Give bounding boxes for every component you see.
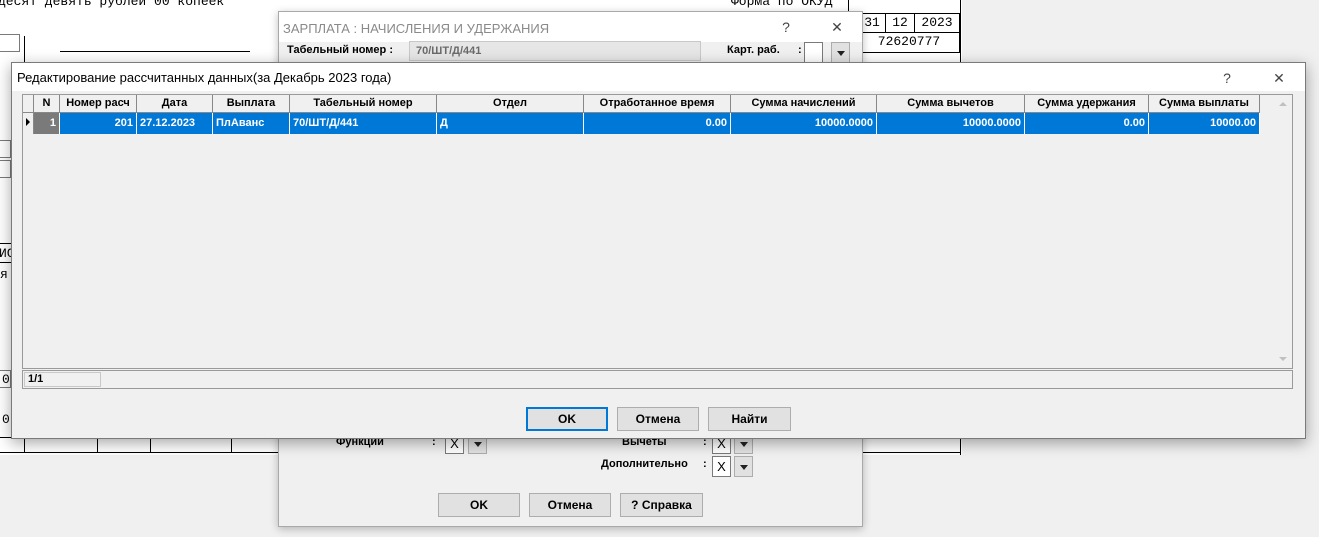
- cell-date[interactable]: 27.12.2023: [136, 112, 213, 134]
- underline: [60, 51, 250, 52]
- cell-payout[interactable]: 10000.00: [1148, 112, 1260, 134]
- additional-label: Дополнительно: [601, 458, 688, 470]
- edit-dialog-title: Редактирование рассчитанных данных(за Де…: [17, 70, 392, 85]
- cell-n[interactable]: 1: [33, 112, 60, 134]
- edit-calculated-data-dialog: Редактирование рассчитанных данных(за Де…: [11, 62, 1306, 439]
- input-stub: [0, 160, 11, 178]
- table-line: [150, 437, 151, 453]
- help-icon[interactable]: ?: [1212, 63, 1242, 93]
- row-selector-header: [23, 95, 34, 113]
- input-stub: [0, 140, 11, 158]
- date-year-cell: 2023: [914, 13, 960, 33]
- column-header[interactable]: Отдел: [436, 95, 584, 113]
- additional-colon: :: [703, 458, 707, 470]
- cell-deductions[interactable]: 10000.0000: [876, 112, 1025, 134]
- column-header[interactable]: Сумма удержания: [1024, 95, 1149, 113]
- salary-ok-button[interactable]: OK: [438, 493, 520, 517]
- help-icon[interactable]: ?: [771, 12, 801, 42]
- amount-in-words: десят девять рублей 00 копеек: [0, 0, 225, 9]
- additional-dropdown-icon[interactable]: [734, 456, 753, 477]
- input-stub: [0, 34, 20, 52]
- column-header[interactable]: Сумма вычетов: [876, 95, 1025, 113]
- cell-payment[interactable]: ПлАванс: [212, 112, 290, 134]
- okpo-code-cell: 72620777: [858, 33, 960, 53]
- cell-accruals[interactable]: 10000.0000: [730, 112, 877, 134]
- data-table: N Номер расч Дата Выплата Табельный номе…: [23, 95, 1260, 134]
- table-line: [231, 437, 232, 453]
- tab-number-field[interactable]: 70/ШТ/Д/441: [409, 41, 701, 61]
- divider: [0, 243, 11, 244]
- table-line: [862, 452, 960, 453]
- tab-number-label: Табельный номер :: [287, 44, 393, 56]
- divider: [0, 262, 11, 263]
- column-header[interactable]: Номер расч: [59, 95, 137, 113]
- column-header[interactable]: Отработанное время: [583, 95, 731, 113]
- table-line: [0, 452, 278, 453]
- cell-worked-time[interactable]: 0.00: [583, 112, 731, 134]
- card-label: Карт. раб.: [727, 44, 780, 56]
- row-pointer-icon[interactable]: [23, 112, 34, 134]
- left-fragment: 0: [2, 412, 10, 427]
- column-header[interactable]: Сумма начислений: [730, 95, 877, 113]
- salary-dialog-title: ЗАРПЛАТА : НАЧИСЛЕНИЯ И УДЕРЖАНИЯ: [283, 21, 550, 36]
- card-checkbox[interactable]: [804, 42, 823, 63]
- scroll-up-icon[interactable]: [1275, 95, 1292, 112]
- input-stub: 0: [0, 370, 11, 388]
- card-colon: :: [798, 44, 802, 56]
- cell-department[interactable]: Д: [436, 112, 584, 134]
- okud-label: Форма по ОКУД: [731, 0, 833, 9]
- cell-withholdings[interactable]: 0.00: [1024, 112, 1149, 134]
- column-header[interactable]: Табельный номер: [289, 95, 437, 113]
- column-header[interactable]: Выплата: [212, 95, 290, 113]
- left-fragment: 0: [2, 372, 10, 387]
- table-line: [24, 437, 25, 453]
- scroll-down-icon[interactable]: [1275, 351, 1292, 368]
- salary-dialog-titlebar: ЗАРПЛАТА : НАЧИСЛЕНИЯ И УДЕРЖАНИЯ ? ✕: [279, 12, 862, 42]
- column-header[interactable]: Дата: [136, 95, 213, 113]
- column-header[interactable]: Сумма выплаты: [1148, 95, 1260, 113]
- salary-cancel-button[interactable]: Отмена: [529, 493, 611, 517]
- close-icon[interactable]: ✕: [822, 12, 852, 42]
- edit-dialog-titlebar: Редактирование рассчитанных данных(за Де…: [12, 63, 1305, 91]
- cancel-button[interactable]: Отмена: [617, 407, 699, 431]
- table-row[interactable]: 1 201 27.12.2023 ПлАванс 70/ШТ/Д/441 Д 0…: [23, 112, 1260, 134]
- left-fragment: я: [0, 267, 8, 282]
- column-header[interactable]: N: [33, 95, 60, 113]
- cell-tab-number[interactable]: 70/ШТ/Д/441: [289, 112, 437, 134]
- card-dropdown-icon[interactable]: [831, 42, 850, 63]
- find-button[interactable]: Найти: [708, 407, 791, 431]
- cell-calc-number[interactable]: 201: [59, 112, 137, 134]
- divider: [24, 36, 25, 63]
- table-line: [97, 437, 98, 453]
- additional-checkbox[interactable]: X: [712, 456, 731, 477]
- date-month-cell: 12: [885, 13, 915, 33]
- table-header-row: N Номер расч Дата Выплата Табельный номе…: [23, 95, 1260, 113]
- salary-help-button[interactable]: ? Справка: [620, 493, 703, 517]
- record-counter: 1/1: [24, 372, 101, 387]
- calculated-data-grid[interactable]: N Номер расч Дата Выплата Табельный номе…: [22, 94, 1293, 369]
- ok-button[interactable]: OK: [526, 407, 608, 431]
- close-icon[interactable]: ✕: [1264, 63, 1294, 93]
- grid-status-bar: 1/1: [22, 370, 1293, 389]
